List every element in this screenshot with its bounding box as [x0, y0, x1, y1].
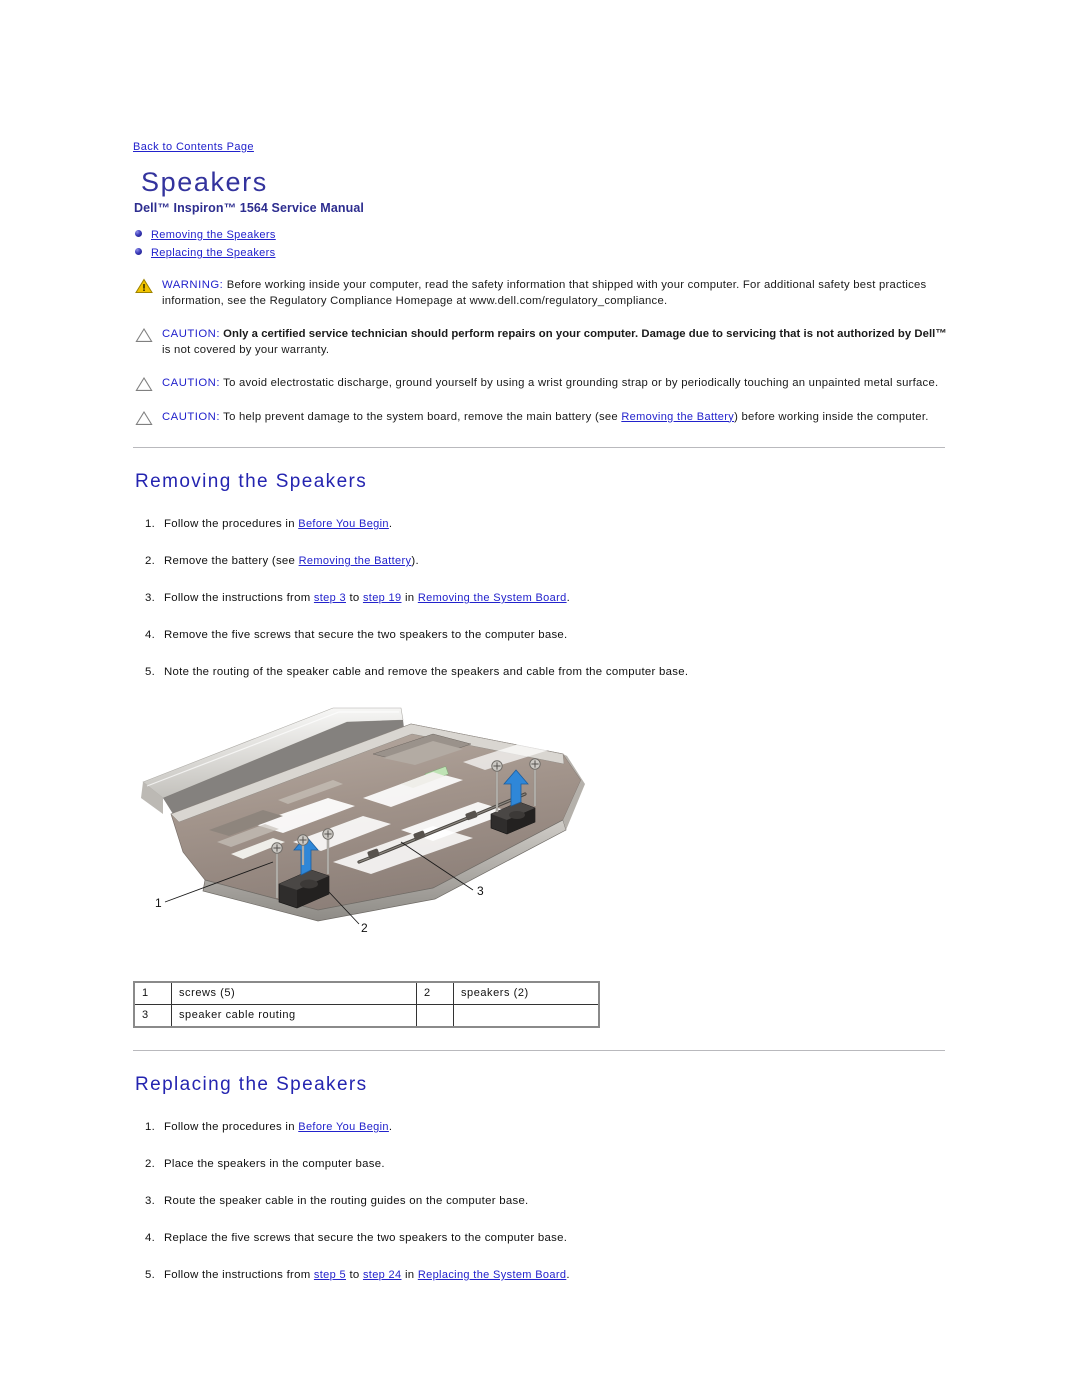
- heading-removing-the-speakers: Removing the Speakers: [135, 471, 368, 492]
- page-subtitle: Dell™ Inspiron™ 1564 Service Manual: [134, 201, 364, 215]
- callout-label: speakers (2): [453, 981, 600, 1005]
- step-text-after: ).: [411, 555, 419, 567]
- back-to-contents-link[interactable]: Back to Contents Page: [133, 141, 254, 153]
- toc-link-removing[interactable]: Removing the Speakers: [151, 229, 276, 241]
- notice-label: CAUTION:: [162, 328, 220, 340]
- replacing-step-2: Place the speakers in the computer base.: [133, 1157, 948, 1172]
- warning-triangle-icon: [135, 278, 153, 293]
- removing-step-4: Remove the five screws that secure the t…: [133, 628, 948, 643]
- toc-link-replacing[interactable]: Replacing the Speakers: [151, 247, 276, 259]
- toc-item-replacing[interactable]: Replacing the Speakers: [135, 245, 948, 260]
- notice-caution-esd: CAUTION: To avoid electrostatic discharg…: [133, 376, 948, 392]
- callout-num: 2: [416, 981, 454, 1005]
- step-text: Place the speakers in the computer base.: [164, 1158, 385, 1170]
- removing-step-5: Note the routing of the speaker cable an…: [133, 665, 948, 680]
- step-text: Follow the instructions from: [164, 1269, 314, 1281]
- section-links-list: Removing the Speakers Replacing the Spea…: [135, 227, 948, 260]
- step-text: Route the speaker cable in the routing g…: [164, 1195, 529, 1207]
- caution-triangle-icon: [135, 376, 153, 391]
- notice-text-after: ) before working inside the computer.: [734, 410, 929, 423]
- divider-top: [133, 447, 945, 448]
- callout-num: 1: [133, 981, 172, 1005]
- table-row: 1 screws (5) 2 speakers (2): [133, 981, 600, 1005]
- heading-replacing-the-speakers: Replacing the Speakers: [135, 1074, 368, 1095]
- svg-text:3: 3: [477, 884, 484, 898]
- notice-caution-certified: CAUTION: Only a certified service techni…: [133, 327, 948, 358]
- before-you-begin-link[interactable]: Before You Begin: [298, 1121, 389, 1133]
- step-text: Follow the procedures in: [164, 518, 299, 530]
- replacing-step-4: Replace the five screws that secure the …: [133, 1231, 948, 1246]
- replacing-step-1: Follow the procedures in Before You Begi…: [133, 1120, 948, 1135]
- notice-label: CAUTION:: [162, 410, 220, 423]
- notice-bold-text: Only a certified service technician shou…: [219, 328, 947, 340]
- replacing-the-system-board-link[interactable]: Replacing the System Board: [418, 1269, 567, 1281]
- removing-step-3: Follow the instructions from step 3 to s…: [133, 591, 948, 606]
- speaker-removal-diagram: 1 2 3: [133, 702, 633, 967]
- step-5-link[interactable]: step 5: [314, 1269, 346, 1281]
- notice-text: To avoid electrostatic discharge, ground…: [219, 377, 939, 389]
- before-you-begin-link[interactable]: Before You Begin: [298, 518, 389, 530]
- step-text-mid: to: [346, 592, 363, 604]
- svg-text:2: 2: [361, 921, 368, 935]
- svg-text:1: 1: [155, 896, 162, 910]
- callout-label: speaker cable routing: [171, 1004, 417, 1028]
- step-text-mid2: in: [401, 592, 418, 604]
- step-19-link[interactable]: step 19: [363, 592, 402, 604]
- divider-bottom: [133, 1050, 945, 1051]
- notice-caution-battery: CAUTION: To help prevent damage to the s…: [133, 410, 948, 426]
- step-24-link[interactable]: step 24: [363, 1269, 402, 1281]
- removing-step-1: Follow the procedures in Before You Begi…: [133, 517, 948, 532]
- notice-text-before: To help prevent damage to the system boa…: [219, 410, 622, 423]
- removing-the-system-board-link[interactable]: Removing the System Board: [418, 592, 567, 604]
- step-text: Remove the five screws that secure the t…: [164, 629, 568, 641]
- caution-triangle-icon: [135, 410, 153, 425]
- callout-label: screws (5): [171, 981, 417, 1005]
- notice-label: CAUTION:: [162, 377, 220, 389]
- step-text: Note the routing of the speaker cable an…: [164, 666, 689, 678]
- step-3-link[interactable]: step 3: [314, 592, 346, 604]
- notice-text: Before working inside your computer, rea…: [162, 279, 927, 307]
- diagram-svg: 1 2 3: [141, 707, 585, 935]
- caution-triangle-icon: [135, 327, 153, 342]
- step-text-after: .: [388, 518, 393, 530]
- removing-steps-list: Follow the procedures in Before You Begi…: [133, 517, 948, 680]
- notice-text: is not covered by your warranty.: [162, 343, 330, 356]
- replacing-step-3: Route the speaker cable in the routing g…: [133, 1194, 948, 1209]
- step-text: Follow the instructions from: [164, 592, 314, 604]
- callout-label: [453, 1004, 600, 1028]
- page-title: Speakers: [141, 167, 268, 197]
- replacing-step-5: Follow the instructions from step 5 to s…: [133, 1268, 948, 1283]
- replacing-steps-list: Follow the procedures in Before You Begi…: [133, 1120, 948, 1283]
- step-text: Replace the five screws that secure the …: [164, 1232, 568, 1244]
- bullet-icon: [135, 230, 142, 237]
- callout-legend-table: 1 screws (5) 2 speakers (2) 3 speaker ca…: [133, 981, 600, 1028]
- table-row: 3 speaker cable routing: [133, 1004, 600, 1028]
- callout-num: [416, 1004, 454, 1028]
- bullet-icon: [135, 248, 142, 255]
- document-page: Back to Contents Page Speakers Dell™ Ins…: [133, 0, 948, 1305]
- removing-the-battery-link[interactable]: Removing the Battery: [621, 411, 734, 423]
- notice-warning: WARNING: Before working inside your comp…: [133, 278, 948, 309]
- step-text-mid2: in: [401, 1269, 418, 1281]
- removing-the-battery-link[interactable]: Removing the Battery: [299, 555, 412, 567]
- toc-item-removing[interactable]: Removing the Speakers: [135, 227, 948, 242]
- step-text-after: .: [566, 1269, 570, 1281]
- step-text-after: .: [566, 592, 571, 604]
- step-text-after: .: [388, 1121, 393, 1133]
- back-link-row: Back to Contents Page: [133, 0, 948, 155]
- notice-label: WARNING:: [162, 279, 224, 291]
- removing-step-2: Remove the battery (see Removing the Bat…: [133, 554, 948, 569]
- callout-num: 3: [133, 1004, 172, 1028]
- step-text: Remove the battery (see: [164, 555, 299, 567]
- step-text: Follow the procedures in: [164, 1121, 299, 1133]
- step-text-mid: to: [346, 1269, 363, 1281]
